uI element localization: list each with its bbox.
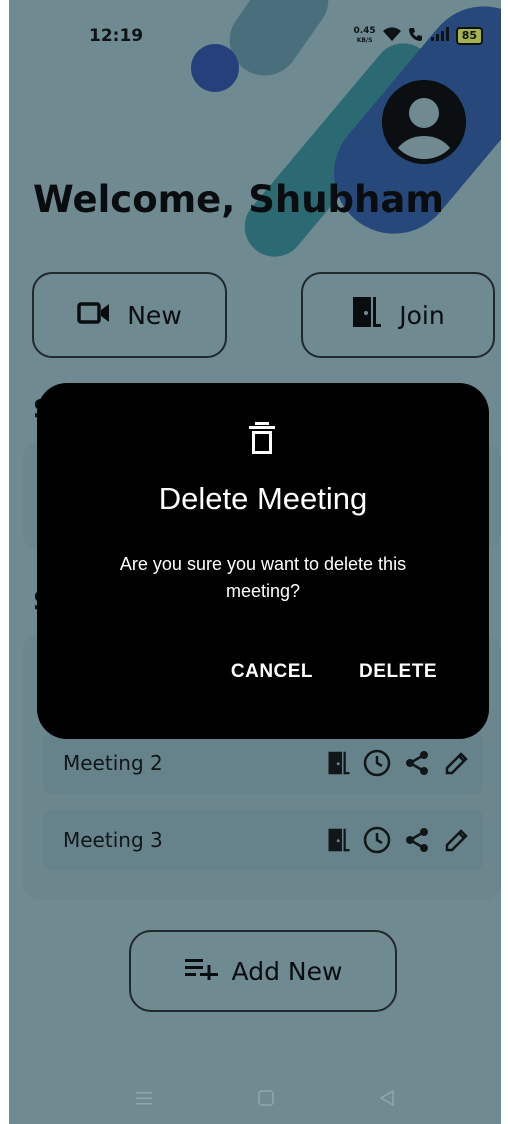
volte-call-icon <box>408 26 424 45</box>
add-new-label: Add New <box>231 956 343 986</box>
new-button-label: New <box>127 300 182 330</box>
delete-button[interactable]: DELETE <box>359 661 437 683</box>
meeting-actions <box>327 826 471 854</box>
wifi-icon <box>382 26 402 45</box>
menu-icon[interactable] <box>135 1088 153 1112</box>
network-speed-value: 0.45 <box>353 25 376 36</box>
welcome-heading: Welcome, Shubham <box>33 178 444 221</box>
join-button-label: Join <box>399 300 445 330</box>
dialog-message: Are you sure you want to delete this mee… <box>119 554 407 601</box>
new-meeting-button[interactable]: New <box>32 272 227 358</box>
video-camera-icon <box>77 301 111 330</box>
door-icon <box>351 295 383 335</box>
signal-icon <box>430 27 450 44</box>
meeting-name: Meeting 2 <box>63 751 163 775</box>
meeting-row[interactable]: Meeting 2 <box>43 732 483 794</box>
add-new-button[interactable]: Add New <box>129 930 397 1012</box>
status-icons: 0.45 KB/S 85 <box>353 26 483 45</box>
edit-icon[interactable] <box>443 826 471 854</box>
network-speed-unit: KB/S <box>356 36 373 44</box>
system-nav-bar <box>9 1080 501 1120</box>
join-meeting-button[interactable]: Join <box>301 272 495 358</box>
clock-icon[interactable] <box>363 826 391 854</box>
meeting-actions <box>327 749 471 777</box>
meeting-row[interactable]: Meeting 3 <box>43 809 483 871</box>
status-bar: 12:19 0.45 KB/S 85 <box>9 20 501 54</box>
delete-meeting-dialog: Delete Meeting Are you sure you want to … <box>37 383 489 739</box>
trash-icon <box>247 421 277 459</box>
clock-icon[interactable] <box>363 749 391 777</box>
account-circle-icon[interactable] <box>382 80 466 164</box>
meeting-name: Meeting 3 <box>63 828 163 852</box>
share-icon[interactable] <box>403 749 431 777</box>
back-triangle-icon[interactable] <box>378 1088 396 1112</box>
battery-icon: 85 <box>455 26 483 45</box>
app-screen: 12:19 0.45 KB/S 85 Welcome, Shubham New … <box>9 0 501 1124</box>
dialog-actions: CANCEL DELETE <box>231 661 437 683</box>
cancel-button[interactable]: CANCEL <box>231 661 313 683</box>
status-time: 12:19 <box>89 26 144 46</box>
playlist-add-icon <box>184 956 220 986</box>
dialog-title: Delete Meeting <box>158 481 368 516</box>
door-icon[interactable] <box>327 827 351 853</box>
door-icon[interactable] <box>327 750 351 776</box>
home-square-icon[interactable] <box>257 1088 275 1112</box>
share-icon[interactable] <box>403 826 431 854</box>
edit-icon[interactable] <box>443 749 471 777</box>
network-speed: 0.45 KB/S <box>353 25 376 45</box>
